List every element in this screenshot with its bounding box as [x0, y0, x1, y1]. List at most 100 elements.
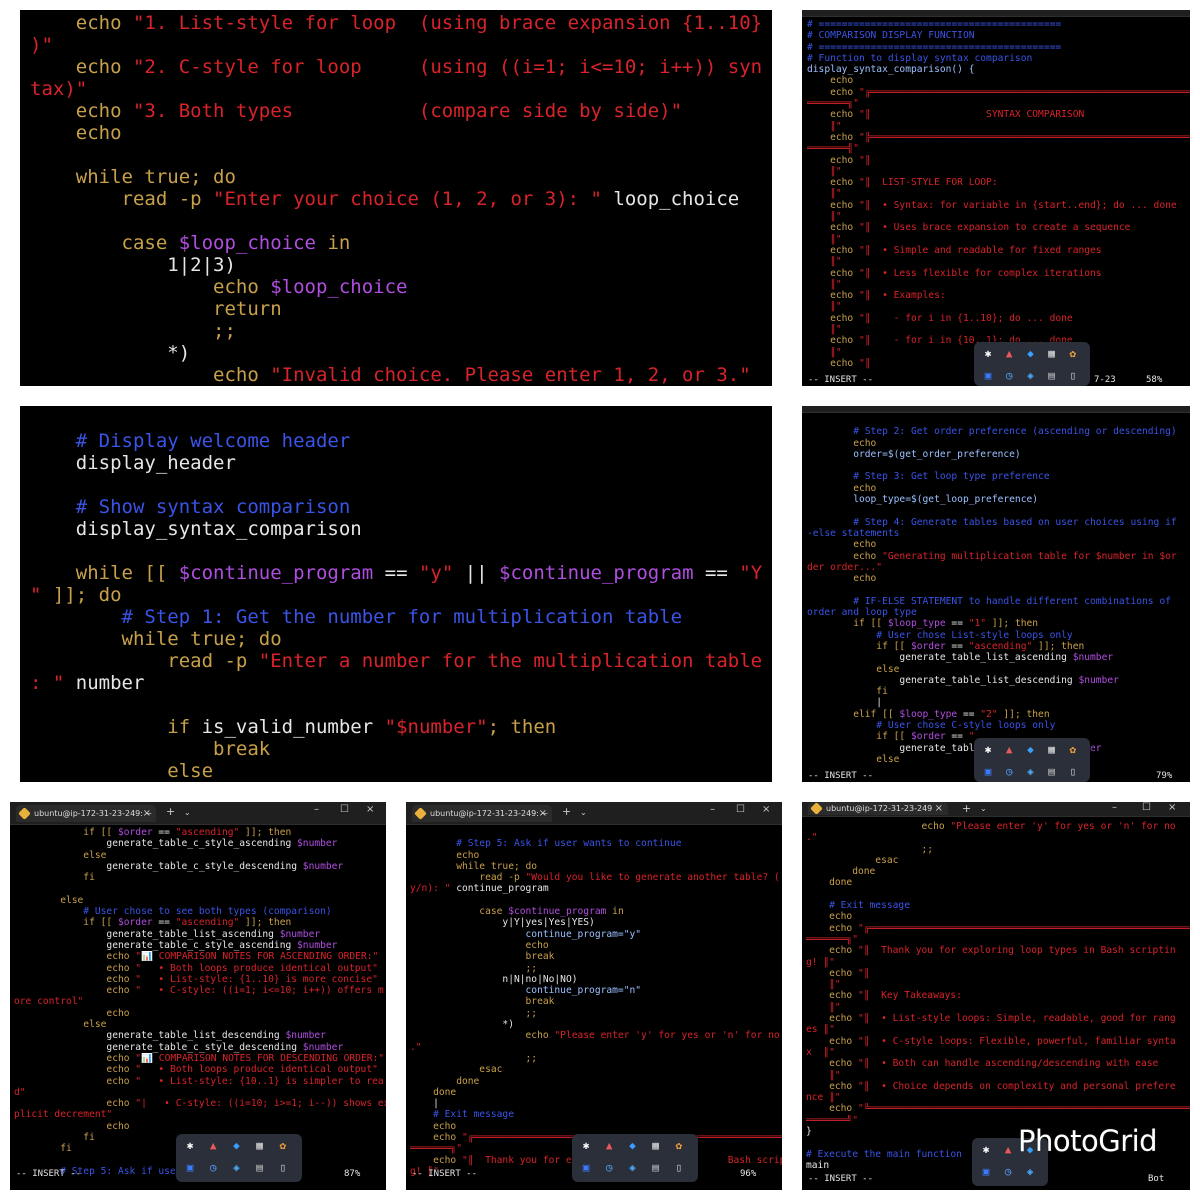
code-line[interactable]: [807, 415, 1190, 426]
code-line[interactable]: echo "║ Key Takeaways:: [806, 990, 1190, 1001]
code-line[interactable]: case $continue_program in: [410, 906, 782, 917]
code-line[interactable]: generate_table_c_style_descending $numbe…: [14, 1042, 386, 1053]
editor-panel-for-loop-menu[interactable]: echo "1. List-style for loop (using brac…: [20, 10, 772, 386]
code-line[interactable]: tax)": [30, 78, 772, 100]
chevron-down-icon[interactable]: ⌄: [980, 804, 987, 813]
code-line[interactable]: echo "║ • Syntax: for variable in {start…: [807, 200, 1190, 211]
new-tab-icon[interactable]: +: [962, 802, 971, 815]
flower-icon[interactable]: ✿: [1065, 346, 1081, 362]
code-line[interactable]: ;;: [410, 963, 782, 974]
code-area[interactable]: echo "1. List-style for loop (using brac…: [30, 12, 772, 386]
code-line[interactable]: done: [806, 866, 1190, 877]
code-line[interactable]: echo " • C-style: ((i=1; i<=10; i++)) of…: [14, 985, 386, 996]
code-line[interactable]: [807, 584, 1190, 595]
code-line[interactable]: echo: [410, 940, 782, 951]
close-icon[interactable]: ×: [366, 804, 374, 815]
code-line[interactable]: if [[ $order == "ascending" ]]; then: [14, 917, 386, 928]
code-line[interactable]: echo: [807, 539, 1190, 550]
battery-icon[interactable]: ▯: [1065, 368, 1081, 384]
code-line[interactable]: y|Y|yes|Yes|YES): [410, 917, 782, 928]
code-line[interactable]: echo " • Both loops produce identical ou…: [14, 963, 386, 974]
code-line[interactable]: while true; do: [410, 861, 782, 872]
grid-icon[interactable]: ▦: [648, 1138, 664, 1154]
shield-icon[interactable]: ◈: [1022, 368, 1038, 384]
code-line[interactable]: ;;: [410, 1053, 782, 1064]
code-line[interactable]: generate_table_c_style_descending $numbe…: [14, 861, 386, 872]
code-line[interactable]: [30, 210, 772, 232]
code-line[interactable]: echo $loop_choice: [30, 276, 772, 298]
code-line[interactable]: echo "📊 COMPARISON NOTES FOR ASCENDING O…: [14, 951, 386, 962]
code-line[interactable]: # IF-ELSE STATEMENT to handle different …: [807, 596, 1190, 607]
code-line[interactable]: echo "| • C-style: ((i=10; i>=1; i--)) s…: [14, 1098, 386, 1109]
code-line[interactable]: display_header: [30, 452, 772, 474]
code-line[interactable]: while true; do: [30, 628, 772, 650]
code-line[interactable]: break: [410, 996, 782, 1007]
code-line[interactable]: [807, 505, 1190, 516]
editor-panel-main-loop[interactable]: # Display welcome header display_header …: [20, 406, 772, 782]
code-line[interactable]: echo "║ Thank you for exploring loop typ…: [806, 945, 1190, 956]
code-line[interactable]: ═══════╗": [806, 934, 1190, 945]
code-area[interactable]: # Step 2: Get order preference (ascendin…: [807, 415, 1190, 765]
code-line[interactable]: echo "📊 COMPARISON NOTES FOR DESCENDING …: [14, 1053, 386, 1064]
code-line[interactable]: echo " • List-style: {10..1} is simpler …: [14, 1076, 386, 1087]
flower-icon[interactable]: ✿: [1065, 742, 1081, 758]
code-line[interactable]: [30, 540, 772, 562]
code-line[interactable]: echo "2. C-style for loop (using ((i=1; …: [30, 56, 772, 78]
close-icon[interactable]: ×: [762, 804, 770, 815]
code-line[interactable]: echo: [806, 911, 1190, 922]
code-line[interactable]: echo "║ - for i in {1..10}; do ... done: [807, 313, 1190, 324]
code-line[interactable]: # User chose List-style loops only: [807, 630, 1190, 641]
editor-panel-steps[interactable]: # Step 2: Get order preference (ascendin…: [802, 406, 1190, 782]
app2-icon[interactable]: ▣: [182, 1160, 198, 1176]
code-line[interactable]: .": [806, 832, 1190, 843]
code-line[interactable]: y/n): " continue_program: [410, 883, 782, 894]
code-line[interactable]: echo "╔═════════════════════════════════…: [807, 87, 1190, 98]
grid-icon[interactable]: ▦: [1044, 742, 1060, 758]
code-line[interactable]: loop_type=$(get_loop_preference): [807, 494, 1190, 505]
code-line[interactable]: esac: [806, 855, 1190, 866]
code-line[interactable]: ║": [807, 256, 1190, 267]
code-line[interactable]: while true; do: [30, 166, 772, 188]
snowflake-icon[interactable]: ✱: [978, 1142, 994, 1158]
code-line[interactable]: echo "║: [806, 968, 1190, 979]
grid-icon[interactable]: ▦: [1044, 346, 1060, 362]
code-area[interactable]: # ======================================…: [807, 19, 1190, 369]
code-line[interactable]: echo: [14, 1008, 386, 1019]
code-line[interactable]: continue_program="n": [410, 985, 782, 996]
code-line[interactable]: ║": [807, 234, 1190, 245]
code-line[interactable]: # User chose C-style loops only: [807, 720, 1190, 731]
code-line[interactable]: echo "Invalid choice. Please enter 1, 2,…: [30, 364, 772, 386]
maximize-icon[interactable]: ☐: [736, 804, 745, 815]
code-line[interactable]: [14, 883, 386, 894]
code-line[interactable]: # User chose to see both types (comparis…: [14, 906, 386, 917]
terminal-tab[interactable]: ubuntu@ip-172-31-23-249: ~ ×: [412, 805, 552, 822]
image-icon[interactable]: ▤: [1044, 764, 1060, 780]
chevron-down-icon[interactable]: ⌄: [580, 808, 587, 817]
close-icon[interactable]: ×: [1168, 802, 1176, 813]
code-area[interactable]: # Display welcome header display_header …: [30, 408, 772, 782]
code-line[interactable]: echo "Please enter 'y' for yes or 'n' fo…: [806, 821, 1190, 832]
image-icon[interactable]: ▤: [648, 1160, 664, 1176]
code-line[interactable]: # Step 5: Ask if user wants to continue: [410, 838, 782, 849]
code-line[interactable]: ;;: [30, 320, 772, 342]
clock-icon[interactable]: ◷: [1001, 764, 1017, 780]
code-line[interactable]: echo: [807, 75, 1190, 86]
minimize-icon[interactable]: –: [314, 804, 319, 815]
terminal-window-comparison[interactable]: ubuntu@ip-172-31-23-249: ~ × + ⌄ – ☐ × if…: [10, 802, 386, 1190]
code-line[interactable]: echo: [807, 438, 1190, 449]
code-line[interactable]: : " number: [30, 672, 772, 694]
code-line[interactable]: [806, 889, 1190, 900]
code-line[interactable]: [30, 144, 772, 166]
code-line[interactable]: ;;: [806, 844, 1190, 855]
code-line[interactable]: ║": [806, 1070, 1190, 1081]
code-area[interactable]: echo "Please enter 'y' for yes or 'n' fo…: [806, 821, 1190, 1171]
code-line[interactable]: echo "║: [807, 155, 1190, 166]
shield-icon[interactable]: ◈: [624, 1160, 640, 1176]
code-line[interactable]: echo "║ • Examples:: [807, 290, 1190, 301]
image-icon[interactable]: ▤: [252, 1160, 268, 1176]
code-line[interactable]: ore control": [14, 996, 386, 1007]
code-line[interactable]: ║": [807, 324, 1190, 335]
code-line[interactable]: # COMPARISON DISPLAY FUNCTION: [807, 30, 1190, 41]
code-line[interactable]: generate_table_list_ascending $number: [14, 929, 386, 940]
code-line[interactable]: ═══════╗": [807, 98, 1190, 109]
